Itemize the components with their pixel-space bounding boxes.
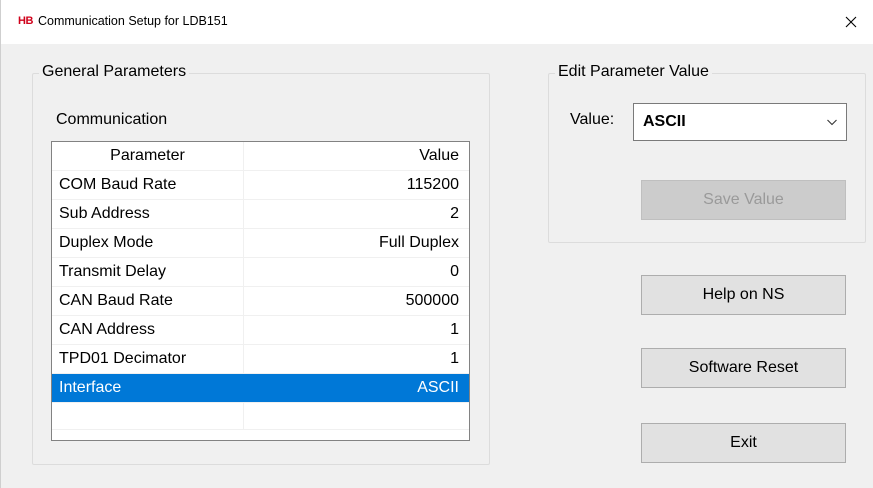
parameter-cell: CAN Baud Rate bbox=[52, 287, 244, 315]
value-cell: 1 bbox=[450, 350, 459, 367]
value-dropdown[interactable]: ASCII bbox=[633, 103, 847, 141]
parameter-cell: Sub Address bbox=[52, 200, 244, 228]
table-row[interactable]: COM Baud Rate 115200 bbox=[52, 171, 469, 200]
table-row[interactable]: Sub Address 2 bbox=[52, 200, 469, 229]
title-bar: HB Communication Setup for LDB151 bbox=[1, 0, 873, 44]
parameter-cell: TPD01 Decimator bbox=[52, 345, 244, 373]
table-row-selected[interactable]: Interface ASCII bbox=[52, 374, 469, 403]
chevron-down-icon bbox=[827, 119, 837, 126]
parameter-cell: CAN Address bbox=[52, 316, 244, 344]
table-row[interactable]: CAN Baud Rate 500000 bbox=[52, 287, 469, 316]
edit-parameter-legend: Edit Parameter Value bbox=[555, 63, 712, 81]
parameter-grid[interactable]: Parameter Value COM Baud Rate 115200 Sub… bbox=[51, 141, 470, 441]
value-cell: 2 bbox=[450, 205, 459, 222]
parameter-cell: Interface bbox=[52, 374, 244, 402]
table-row[interactable]: Duplex Mode Full Duplex bbox=[52, 229, 469, 258]
exit-button[interactable]: Exit bbox=[641, 423, 846, 463]
dialog-window: HB Communication Setup for LDB151 Genera… bbox=[0, 0, 873, 488]
value-cell: Full Duplex bbox=[378, 234, 459, 251]
value-label: Value: bbox=[570, 111, 615, 128]
value-cell: ASCII bbox=[417, 379, 459, 396]
app-logo: HB bbox=[18, 15, 33, 27]
value-cell: 0 bbox=[450, 263, 459, 280]
column-header-value: Value bbox=[419, 147, 459, 164]
empty-row[interactable] bbox=[52, 403, 469, 440]
close-icon bbox=[845, 16, 857, 28]
parameter-cell: Transmit Delay bbox=[52, 258, 244, 286]
value-cell: 115200 bbox=[406, 176, 459, 193]
save-value-button[interactable]: Save Value bbox=[641, 180, 846, 220]
value-cell: 500000 bbox=[405, 292, 459, 309]
empty-cell bbox=[52, 403, 244, 430]
parameter-cell: COM Baud Rate bbox=[52, 171, 244, 199]
software-reset-button[interactable]: Software Reset bbox=[641, 348, 846, 388]
general-parameters-legend: General Parameters bbox=[39, 63, 190, 81]
communication-label: Communication bbox=[56, 111, 168, 128]
window-title: Communication Setup for LDB151 bbox=[38, 14, 228, 28]
close-button[interactable] bbox=[828, 0, 873, 44]
column-header-parameter: Parameter bbox=[52, 142, 244, 170]
parameter-cell: Duplex Mode bbox=[52, 229, 244, 257]
value-dropdown-selected: ASCII bbox=[643, 113, 686, 130]
table-row[interactable]: Transmit Delay 0 bbox=[52, 258, 469, 287]
table-row[interactable]: TPD01 Decimator 1 bbox=[52, 345, 469, 374]
value-cell: 1 bbox=[450, 321, 459, 338]
table-row[interactable]: CAN Address 1 bbox=[52, 316, 469, 345]
help-on-ns-button[interactable]: Help on NS bbox=[641, 275, 846, 315]
grid-header: Parameter Value bbox=[52, 142, 469, 171]
empty-cell bbox=[244, 403, 469, 430]
